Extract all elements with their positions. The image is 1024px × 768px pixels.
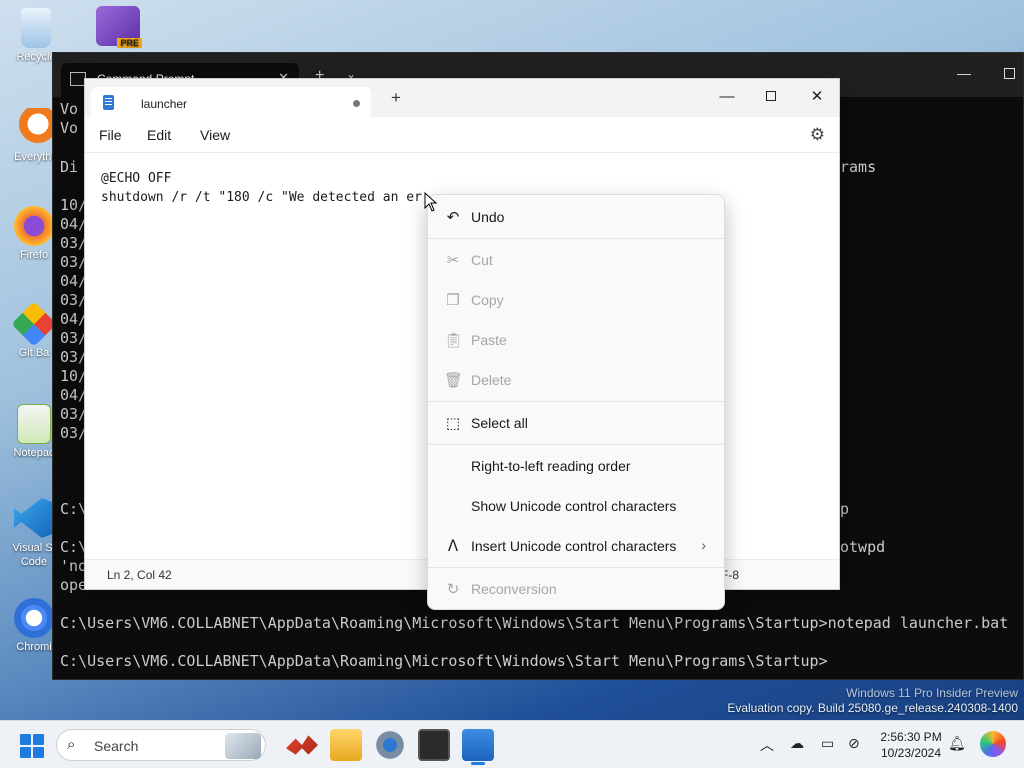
menu-item-select-all[interactable]: ⬚ Select all [432, 405, 720, 441]
terminal-fragment: otwpd [840, 538, 886, 556]
menu-item-label: Show Unicode control characters [471, 498, 677, 514]
menu-separator [428, 401, 724, 402]
menu-item-label: Undo [471, 209, 505, 225]
trash-icon: 🗑︎ [444, 372, 464, 389]
taskbar-app-git-icon[interactable] [286, 735, 318, 755]
menu-item-label: Paste [471, 332, 507, 348]
notepad-menubar: File Edit View ⚙ [85, 117, 839, 153]
start-button[interactable] [20, 734, 44, 758]
windows-logo-icon [20, 734, 31, 745]
menu-item-undo[interactable]: ↶ Undo [432, 199, 720, 235]
cursor-position: Ln 2, Col 42 [107, 568, 172, 582]
chevron-right-icon: › [701, 537, 706, 553]
menu-item-delete[interactable]: 🗑︎ Delete [432, 362, 720, 398]
network-icon[interactable]: ☁︎ [790, 735, 804, 752]
firefox-icon [14, 206, 54, 246]
menu-file[interactable]: File [99, 127, 122, 143]
terminal-prompt-line: C:\Users\VM6.COLLABNET\AppData\Roaming\M… [60, 652, 828, 670]
menu-edit[interactable]: Edit [147, 127, 171, 143]
menu-separator [428, 444, 724, 445]
menu-item-rtl-reading-order[interactable]: Right-to-left reading order [432, 448, 720, 484]
clock-time: 2:56:30 PM [880, 730, 942, 744]
terminal-line: Di [60, 158, 79, 176]
maximize-icon [766, 91, 776, 101]
taskbar-terminal-icon[interactable] [418, 729, 450, 761]
watermark-line: Evaluation copy. Build 25080.ge_release.… [727, 701, 1018, 715]
maximize-button[interactable] [759, 85, 783, 109]
menu-item-copy[interactable]: ❐ Copy [432, 282, 720, 318]
everything-search-icon [14, 108, 54, 148]
vscode-icon [14, 498, 54, 538]
search-highlight-image [225, 733, 261, 759]
menu-item-label: Copy [471, 292, 504, 308]
menu-item-label: Delete [471, 372, 512, 388]
show-hidden-icons-chevron-icon[interactable]: ︿ [760, 735, 774, 755]
menu-item-label: Cut [471, 252, 493, 268]
select-all-icon: ⬚ [445, 415, 461, 432]
recycle-bin-icon [21, 8, 51, 48]
desktop-icon-visual-studio[interactable]: PRE [88, 6, 148, 49]
notepad-titlebar[interactable]: launcher + — ✕ [85, 79, 839, 117]
search-label: Search [94, 738, 139, 754]
editor-line: shutdown /r /t "180 /c "We detected an e… [101, 190, 422, 205]
notepad-icon [103, 95, 114, 110]
chromium-icon [14, 598, 54, 638]
taskbar-search[interactable]: ⌕ Search [56, 729, 266, 761]
terminal-line: Vo [60, 119, 79, 137]
windows-logo-icon [33, 734, 44, 745]
notifications-bell-icon[interactable]: 🔔︎ [948, 735, 966, 752]
windows-logo-icon [33, 747, 44, 758]
minimize-button[interactable]: — [957, 65, 971, 81]
reconversion-icon: ↻ [446, 581, 460, 598]
settings-gear-icon[interactable]: ⚙ [810, 125, 825, 145]
copy-icon: ❐ [446, 292, 460, 309]
notepad-plus-plus-icon [17, 404, 51, 444]
taskbar: ⌕ Search ︿ ☁︎ ▭ ⊘ 2:56:30 PM 10/23/2024 … [0, 720, 1024, 768]
menu-item-cut[interactable]: ✂ Cut [432, 242, 720, 278]
windows-logo-icon [20, 747, 31, 758]
menu-item-label: Insert Unicode control characters [471, 538, 677, 554]
new-tab-button[interactable]: + [391, 88, 401, 108]
close-button[interactable]: ✕ [805, 85, 829, 109]
unsaved-indicator-icon[interactable] [353, 100, 360, 107]
menu-item-label: Reconversion [471, 581, 557, 597]
menu-item-reconversion[interactable]: ↻ Reconversion [432, 571, 720, 607]
copilot-icon[interactable] [980, 731, 1006, 757]
watermark-line: Windows 11 Pro Insider Preview [846, 686, 1018, 700]
terminal-fragment: p [840, 500, 850, 518]
scissors-icon: ✂ [446, 252, 460, 269]
menu-separator [428, 567, 724, 568]
git-bash-icon [11, 301, 57, 347]
terminal-prompt-line: C:\Users\VM6.COLLABNET\AppData\Roaming\M… [60, 614, 1009, 632]
taskbar-settings-icon[interactable] [374, 729, 406, 761]
clock-date: 10/23/2024 [880, 746, 942, 760]
minimize-button[interactable]: — [715, 85, 739, 109]
menu-item-show-unicode-control[interactable]: Show Unicode control characters [432, 488, 720, 524]
taskbar-file-explorer-icon[interactable] [330, 729, 362, 761]
insert-caret-icon: ᐱ [447, 538, 459, 555]
volume-muted-icon[interactable]: ⊘ [848, 735, 860, 752]
menu-separator [428, 238, 724, 239]
editor-line: @ECHO OFF [101, 171, 172, 186]
visual-studio-preview-icon: PRE [96, 6, 142, 48]
taskbar-clock[interactable]: 2:56:30 PM 10/23/2024 [876, 729, 946, 761]
notepad-tab-title: launcher [141, 97, 188, 111]
menu-item-label: Select all [471, 415, 528, 431]
taskbar-notepad-icon[interactable] [462, 729, 494, 765]
menu-item-label: Right-to-left reading order [471, 458, 631, 474]
context-menu: ↶ Undo ✂ Cut ❐ Copy 📋︎ Paste 🗑︎ Delete ⬚… [427, 194, 725, 610]
preview-badge: PRE [117, 38, 142, 48]
notepad-tab[interactable]: launcher [91, 87, 371, 117]
display-icon[interactable]: ▭ [821, 735, 834, 752]
search-icon: ⌕ [67, 736, 76, 753]
terminal-line: Vo [60, 100, 79, 118]
menu-item-paste[interactable]: 📋︎ Paste [432, 322, 720, 358]
menu-item-insert-unicode-control[interactable]: ᐱ Insert Unicode control characters › [432, 528, 720, 564]
menu-view[interactable]: View [200, 127, 230, 143]
terminal-fragment: rams [840, 158, 877, 176]
maximize-button[interactable] [1004, 68, 1015, 79]
mouse-pointer-icon [424, 192, 438, 212]
clipboard-icon: 📋︎ [444, 332, 464, 349]
undo-icon: ↶ [446, 209, 460, 226]
